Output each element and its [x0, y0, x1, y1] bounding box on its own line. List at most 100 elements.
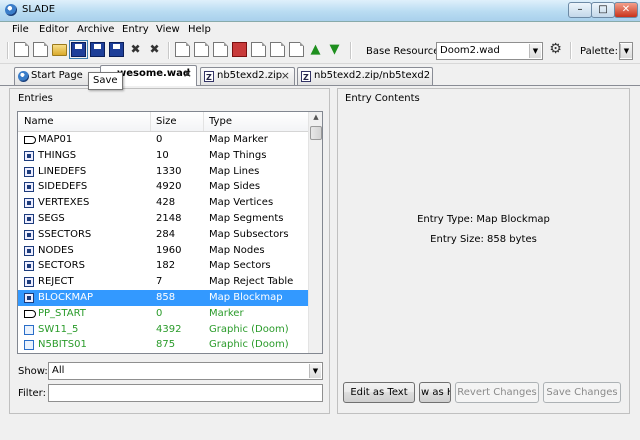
list-item[interactable]: THINGS 10 Map Things — [18, 148, 308, 164]
palette-select[interactable]: ▼ — [619, 42, 633, 60]
list-item[interactable]: NODES 1960 Map Nodes — [18, 243, 308, 259]
map-data-icon — [24, 182, 34, 193]
menu-view[interactable]: View — [156, 24, 180, 35]
scrollbar-thumb[interactable] — [310, 126, 322, 140]
filter-input[interactable] — [48, 384, 323, 402]
list-item[interactable]: VERTEXES 428 Map Vertices — [18, 195, 308, 211]
new-entry-icon[interactable] — [175, 42, 190, 57]
chevron-down-icon: ▼ — [309, 364, 321, 378]
menu-help[interactable]: Help — [188, 24, 211, 35]
close-icon: ✕ — [621, 4, 631, 15]
graphic-icon — [24, 324, 34, 335]
rename-entry-icon[interactable] — [270, 42, 285, 57]
slade-icon — [18, 71, 29, 82]
entry-size: 4392 — [156, 323, 182, 335]
tab-label: nb5texd2.zip — [217, 70, 283, 81]
close-button[interactable]: ✕ — [614, 2, 638, 18]
list-item[interactable]: SSECTORS 284 Map Subsectors — [18, 227, 308, 243]
export-entry-icon[interactable] — [251, 42, 266, 57]
entry-name: BLOCKMAP — [38, 292, 93, 303]
entry-size: 4920 — [156, 181, 182, 193]
entry-name: N5BITS01 — [38, 339, 87, 351]
entry-name: LINEDEFS — [38, 165, 87, 177]
list-item[interactable]: BLOCKMAP 858 Map Blockmap — [18, 290, 308, 306]
tab-label: Start Page — [31, 70, 83, 81]
minimize-button[interactable]: – — [568, 2, 592, 18]
new-archive-icon[interactable] — [14, 42, 29, 57]
menu-archive[interactable]: Archive — [77, 24, 114, 35]
list-item[interactable]: LINEDEFS 1330 Map Lines — [18, 164, 308, 180]
entry-name: SECTORS — [38, 260, 85, 272]
save-changes-button[interactable]: Save Changes — [543, 382, 621, 403]
column-divider — [203, 112, 204, 131]
vertical-scrollbar[interactable]: ▲ — [308, 112, 322, 353]
revert-changes-button[interactable]: Revert Changes — [455, 382, 539, 403]
map-data-icon — [24, 293, 34, 303]
list-item[interactable]: PP_START 0 Marker — [18, 306, 308, 322]
toolbar: ✖ ✖ ▲ ▼ Base Resource: Doom2.wad ▼ ⚙ Pal… — [0, 38, 640, 64]
open-folder-icon[interactable] — [52, 44, 67, 56]
gear-icon[interactable]: ⚙ — [548, 42, 563, 57]
entry-size: 0 — [156, 307, 163, 319]
entry-size: 1960 — [156, 244, 182, 256]
entry-type: Marker — [209, 307, 244, 319]
entry-type: Map Marker — [209, 134, 268, 145]
panel-splitter[interactable] — [330, 86, 336, 416]
entry-type: Map Vertices — [209, 197, 274, 209]
list-item[interactable]: REJECT 7 Map Reject Table — [18, 274, 308, 290]
menu-editor[interactable]: Editor — [39, 24, 69, 35]
column-header-type[interactable]: Type — [209, 116, 232, 127]
maximize-button[interactable]: □ — [591, 2, 615, 18]
list-item[interactable]: SEGS 2148 Map Segments — [18, 211, 308, 227]
entry-size: 875 — [156, 339, 176, 351]
close-all-icon[interactable]: ✖ — [147, 42, 162, 57]
delete-entry-icon[interactable] — [232, 42, 247, 57]
new-zip-icon[interactable] — [33, 42, 48, 57]
menu-file[interactable]: File — [12, 24, 29, 35]
tab-nb5texd2-zip-nb5texd2[interactable]: nb5texd2.zip/nb5texd2 — [297, 67, 433, 86]
filter-label: Filter: — [18, 388, 46, 399]
edit-as-text-button[interactable]: Edit as Text — [343, 382, 415, 403]
column-header-size[interactable]: Size — [156, 116, 177, 127]
new-directory-icon[interactable] — [194, 42, 209, 57]
chevron-down-icon: ▼ — [620, 44, 632, 58]
list-item[interactable]: N5BITS01 875 Graphic (Doom) — [18, 337, 308, 353]
save-as-icon[interactable] — [90, 42, 105, 57]
save-all-icon[interactable] — [109, 42, 124, 57]
entry-size: 7 — [156, 276, 163, 288]
view-as-hex-button[interactable]: w as H — [419, 382, 451, 403]
chevron-down-icon: ▼ — [529, 44, 541, 58]
move-up-icon[interactable]: ▲ — [308, 42, 323, 57]
entry-name: REJECT — [38, 276, 74, 288]
replace-entry-icon[interactable] — [289, 42, 304, 57]
entry-name: SEGS — [38, 213, 65, 224]
scroll-up-icon[interactable]: ▲ — [310, 113, 322, 125]
list-item[interactable]: SW11_5 4392 Graphic (Doom) — [18, 322, 308, 338]
close-tab-icon[interactable]: × — [281, 68, 290, 84]
entry-name: PP_START — [38, 307, 86, 319]
save-icon[interactable] — [69, 40, 88, 59]
base-resource-select[interactable]: Doom2.wad ▼ — [436, 42, 543, 60]
close-tab-icon[interactable]: × — [183, 66, 192, 82]
map-data-icon — [24, 166, 34, 177]
title-bar[interactable]: SLADE – □ ✕ — [0, 0, 640, 22]
entry-contents-panel: Entry Type: Map Blockmap Entry Size: 858… — [337, 88, 630, 414]
zip-file-icon — [301, 70, 311, 86]
entry-name: NODES — [38, 244, 74, 256]
show-filter-select[interactable]: All ▼ — [48, 362, 323, 380]
entry-name: SIDEDEFS — [38, 181, 88, 193]
list-item[interactable]: SECTORS 182 Map Sectors — [18, 258, 308, 274]
column-header-name[interactable]: Name — [24, 116, 54, 127]
entry-size: 2148 — [156, 213, 182, 224]
menu-entry[interactable]: Entry — [122, 24, 149, 35]
entry-list[interactable]: Name Size Type MAP01 0 Map Marker THINGS 10 M… — [17, 111, 323, 354]
close-archive-icon[interactable]: ✖ — [128, 42, 143, 57]
tab-nb5texd2-zip[interactable]: nb5texd2.zip × — [200, 67, 295, 86]
list-item[interactable]: MAP01 0 Map Marker — [18, 132, 308, 148]
entry-size: 284 — [156, 228, 176, 240]
move-down-icon[interactable]: ▼ — [327, 42, 342, 57]
list-item[interactable]: SIDEDEFS 4920 Map Sides — [18, 179, 308, 195]
marker-icon — [24, 136, 36, 144]
entry-type: Map Sides — [209, 181, 261, 193]
import-entry-icon[interactable] — [213, 42, 228, 57]
